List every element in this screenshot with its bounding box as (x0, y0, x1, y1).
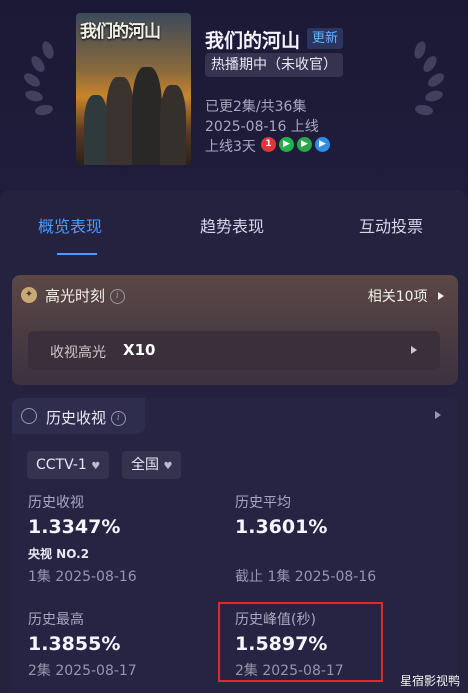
ratings-highlight-row[interactable]: 收视高光 X10 (28, 331, 440, 370)
laurel-left-icon (24, 41, 54, 116)
highlight-related-link[interactable]: 相关10项 (368, 286, 444, 306)
info-icon[interactable]: i (109, 289, 125, 304)
heart-dropdown-icon: ♥ (163, 461, 173, 472)
info-icon[interactable]: i (110, 411, 126, 426)
iqiyi-icon: ▶ (279, 137, 294, 152)
highlight-title: 高光时刻 i (45, 285, 125, 306)
update-badge: 更新 (307, 28, 344, 49)
stat-value: 1.3601% (235, 516, 328, 538)
poster-figure (106, 77, 134, 165)
history-ratings-title: 历史收视 i (46, 407, 126, 428)
history-ratings-title-text: 历史收视 (46, 409, 107, 427)
chevron-right-icon[interactable] (435, 411, 441, 419)
stat-label: 历史收视 (28, 495, 84, 511)
highlight-icon: ✦ (21, 287, 37, 303)
airing-status-badge: 热播期中（未收官） (205, 53, 343, 77)
stat-date: 截止 1集 2025-08-16 (235, 569, 377, 585)
poster-figure (160, 85, 186, 165)
watermark: 星宿影视鸭 (399, 674, 460, 688)
tab-interactive-vote[interactable]: 互动投票 (359, 213, 423, 237)
cctv-icon: 1 (261, 137, 276, 152)
laurel-right-icon (414, 41, 444, 116)
highlight-related-text: 相关10项 (367, 289, 428, 305)
film-reel-icon (21, 408, 37, 424)
highlight-title-text: 高光时刻 (45, 287, 106, 305)
show-poster[interactable]: 我们的河山 (76, 13, 191, 165)
stat-rank: 央视 NO.2 (28, 547, 90, 561)
days-online: 上线3天 (205, 139, 256, 155)
stat-date: 2集 2025-08-17 (28, 663, 137, 679)
chevron-right-icon (411, 346, 417, 354)
platform-icons: 1 ▶ ▶ ▶ (261, 137, 330, 152)
poster-figure (84, 95, 108, 165)
poster-title-text: 我们的河山 (80, 22, 161, 42)
youku-icon: ▶ (315, 137, 330, 152)
ratings-highlight-count: X10 (123, 341, 156, 359)
active-tab-indicator (57, 253, 97, 255)
heart-dropdown-icon: ♥ (91, 461, 101, 472)
show-title: 我们的河山 (205, 30, 301, 52)
show-header: 我们的河山 我们的河山 更新 热播期中（未收官） 已更2集/共36集 2025-… (0, 0, 468, 190)
region-select[interactable]: 全国 ♥ (122, 451, 182, 479)
chevron-right-icon (438, 292, 444, 300)
stat-label: 历史最高 (28, 612, 84, 628)
stat-value: 1.3855% (28, 633, 121, 655)
episode-count: 已更2集/共36集 (205, 99, 307, 115)
region-select-value: 全国 (131, 457, 159, 473)
tab-trends[interactable]: 趋势表现 (200, 213, 264, 237)
poster-figure (132, 67, 162, 165)
stat-value: 1.3347% (28, 516, 121, 538)
tab-overview[interactable]: 概览表现 (38, 213, 102, 237)
premiere-date: 2025-08-16 上线 (205, 119, 319, 135)
ratings-highlight-label: 收视高光 (50, 345, 106, 361)
channel-select[interactable]: CCTV-1 ♥ (27, 451, 110, 479)
annotation-highlight-box (218, 602, 383, 682)
channel-select-value: CCTV-1 (36, 457, 87, 473)
stat-date: 1集 2025-08-16 (28, 569, 137, 585)
tencent-video-icon: ▶ (297, 137, 312, 152)
stat-label: 历史平均 (235, 495, 291, 511)
